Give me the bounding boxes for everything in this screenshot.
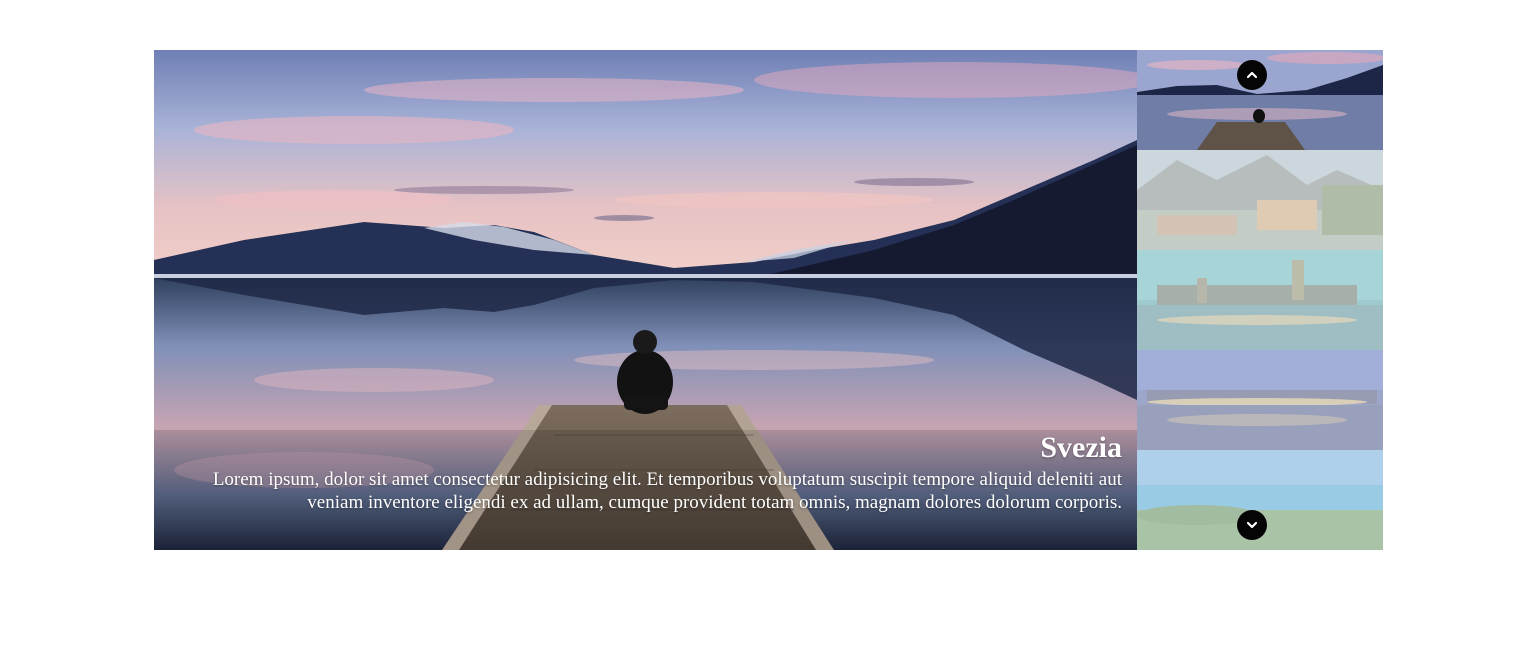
slide-description: Lorem ipsum, dolor sit amet consectetur …: [212, 469, 1122, 513]
slide-caption: Svezia Lorem ipsum, dolor sit amet conse…: [162, 431, 1122, 514]
thumbnail-strip: [1137, 50, 1383, 550]
thumbnail-night-harbor[interactable]: [1137, 350, 1383, 450]
chevron-up-icon: [1246, 71, 1258, 79]
thumbnail-alpine-village[interactable]: [1137, 150, 1383, 250]
scroll-up-button[interactable]: [1237, 60, 1267, 90]
scroll-down-button[interactable]: [1237, 510, 1267, 540]
slide-title: Svezia: [1040, 431, 1122, 464]
main-slide: Svezia Lorem ipsum, dolor sit amet conse…: [154, 50, 1137, 550]
thumbnail-london[interactable]: [1137, 250, 1383, 350]
chevron-down-icon: [1246, 521, 1258, 529]
image-carousel: Svezia Lorem ipsum, dolor sit amet conse…: [154, 50, 1383, 550]
